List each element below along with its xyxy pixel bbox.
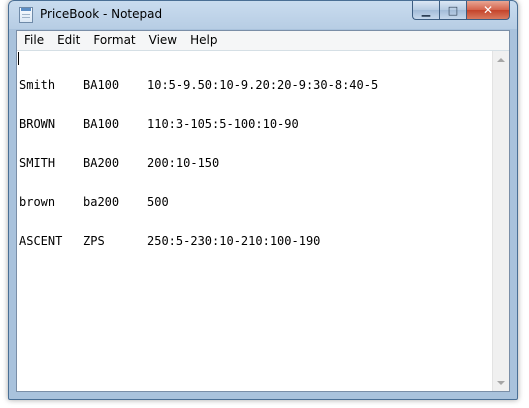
- line-prices: 110:3-105:5-100:10-90: [147, 117, 299, 131]
- line-code: ba200: [83, 195, 120, 209]
- notepad-icon[interactable]: [19, 7, 33, 23]
- window-title: PriceBook - Notepad: [40, 7, 163, 21]
- title-bar[interactable]: PriceBook - Notepad ▁ □ ✕: [9, 1, 517, 29]
- line-name: BROWN: [19, 117, 56, 131]
- line-name: Smith: [19, 78, 56, 92]
- line-prices: 250:5-230:10-210:100-190: [147, 234, 321, 248]
- text-line: Smith BA100 10:5-9.50:10-9.20:20-9:30-8:…: [19, 79, 491, 92]
- text-line: ASCENT ZPS 250:5-230:10-210:100-190: [19, 235, 491, 248]
- minimize-button[interactable]: ▁: [412, 1, 439, 20]
- line-prices: 500: [147, 195, 169, 209]
- line-name: brown: [19, 195, 56, 209]
- maximize-icon: □: [447, 3, 459, 17]
- vertical-scrollbar[interactable]: [492, 51, 509, 391]
- text-line: brown ba200 500: [19, 196, 491, 209]
- text-line: SMITH BA200 200:10-150: [19, 157, 491, 170]
- line-name: ASCENT: [19, 234, 63, 248]
- scroll-up-button[interactable]: [493, 51, 509, 68]
- scroll-down-button[interactable]: [493, 374, 509, 391]
- menu-help[interactable]: Help: [183, 31, 223, 50]
- caption-buttons: ▁ □ ✕: [412, 1, 510, 20]
- menu-bar: File Edit Format View Help: [17, 31, 509, 50]
- line-prices: 10:5-9.50:10-9.20:20-9:30-8:40-5: [147, 78, 379, 92]
- line-code: ZPS: [83, 234, 105, 248]
- line-code: BA100: [83, 78, 120, 92]
- close-icon: ✕: [482, 3, 494, 17]
- menu-format[interactable]: Format: [86, 31, 141, 50]
- menu-view[interactable]: View: [142, 31, 183, 50]
- text-editor[interactable]: Smith BA100 10:5-9.50:10-9.20:20-9:30-8:…: [17, 50, 509, 391]
- line-code: BA200: [83, 156, 120, 170]
- maximize-button[interactable]: □: [439, 1, 466, 20]
- minimize-icon: ▁: [421, 3, 431, 17]
- notepad-window: PriceBook - Notepad ▁ □ ✕ File Edit Form…: [8, 0, 518, 400]
- scroll-down-arrow-icon: [497, 380, 505, 385]
- text-line: BROWN BA100 110:3-105:5-100:10-90: [19, 118, 491, 131]
- line-code: BA100: [83, 117, 120, 131]
- menu-file[interactable]: File: [17, 31, 50, 50]
- line-name: SMITH: [19, 156, 56, 170]
- client-area: File Edit Format View Help Smith BA100 1…: [16, 30, 510, 392]
- document-text[interactable]: Smith BA100 10:5-9.50:10-9.20:20-9:30-8:…: [19, 53, 491, 391]
- close-button[interactable]: ✕: [466, 1, 510, 20]
- menu-edit[interactable]: Edit: [50, 31, 86, 50]
- line-prices: 200:10-150: [147, 156, 220, 170]
- scroll-up-arrow-icon: [497, 57, 505, 62]
